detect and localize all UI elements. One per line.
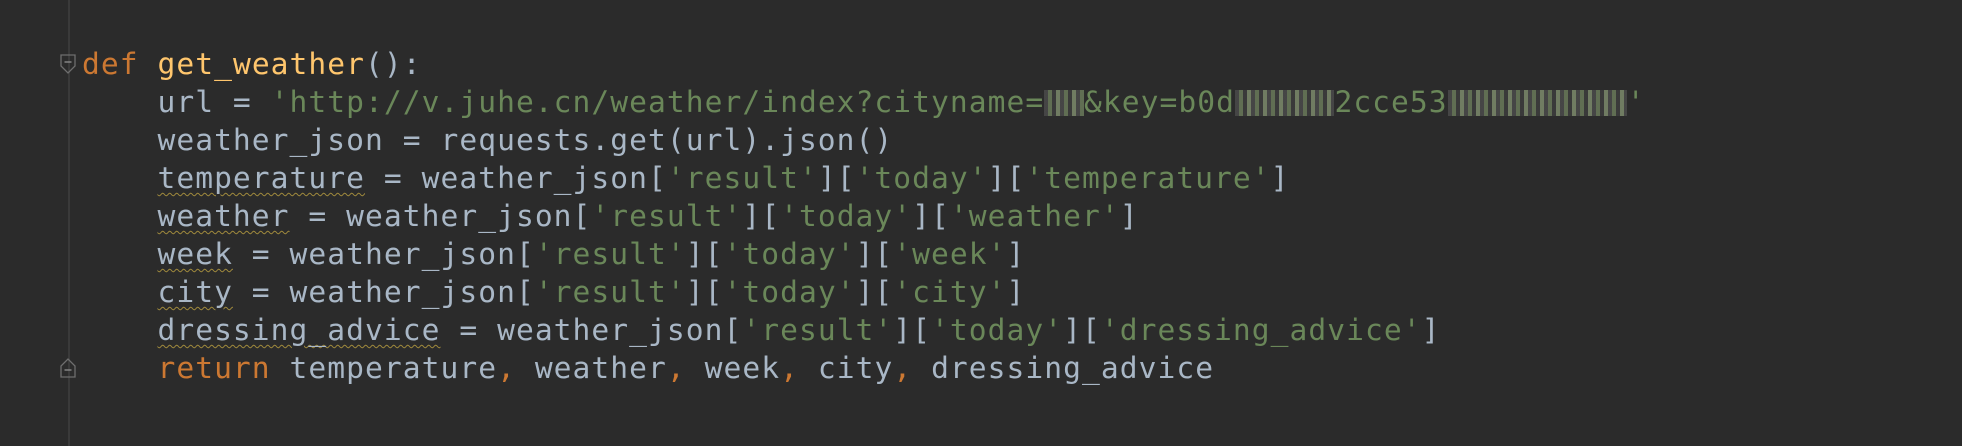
code-line[interactable]: weather_json = requests.get(url).json() [82, 121, 1646, 159]
code-token: ][ [987, 161, 1026, 195]
code-token: city [798, 351, 894, 385]
redacted-text [1044, 90, 1085, 116]
code-line[interactable]: dressing_advice = weather_json['result']… [82, 311, 1646, 349]
fold-open-icon[interactable] [60, 54, 76, 74]
code-token: ][ [1063, 313, 1101, 347]
code-line[interactable]: city = weather_json['result']['today']['… [82, 273, 1646, 311]
code-token: url = [82, 85, 271, 119]
code-line[interactable]: def get_weather(): [82, 45, 1646, 83]
keyword-token: return [157, 351, 271, 385]
string-token: &key=b0d [1084, 85, 1235, 119]
keyword-token: def [82, 47, 139, 81]
code-token: ] [1270, 161, 1290, 195]
string-token: 'today' [855, 161, 988, 195]
code-token: ][ [912, 199, 950, 233]
code-token: = weather_json[ [232, 237, 535, 271]
string-token: 2cce53 [1334, 85, 1448, 119]
string-token: 'today' [723, 275, 856, 309]
code-token: week [685, 351, 781, 385]
string-token: ' [1626, 85, 1646, 119]
code-token: weather [515, 351, 667, 385]
string-token: 'result' [666, 161, 818, 195]
code-token: , [893, 351, 913, 385]
code-token: ][ [855, 237, 894, 271]
code-token: week [157, 237, 233, 271]
code-line[interactable]: return temperature, weather, week, city,… [82, 349, 1646, 387]
code-token: = weather_json[ [440, 313, 743, 347]
code-token: (): [365, 47, 422, 81]
code-editor[interactable]: def get_weather(): url = 'http://v.juhe.… [0, 0, 1962, 446]
code-token: , [497, 351, 516, 385]
redacted-text [1447, 90, 1627, 116]
code-area[interactable]: def get_weather(): url = 'http://v.juhe.… [82, 45, 1646, 387]
code-token: temperature [270, 351, 498, 385]
code-token: , [780, 351, 799, 385]
code-token: ] [1119, 199, 1139, 233]
string-token: 'http://v.juhe.cn/weather/index?cityname… [270, 85, 1045, 119]
string-token: 'weather' [949, 199, 1120, 233]
code-token: temperature [157, 161, 366, 195]
string-token: 'week' [893, 237, 1007, 271]
string-token: 'today' [723, 237, 856, 271]
code-token: = weather_json[ [232, 275, 535, 309]
code-line[interactable]: week = weather_json['result']['today']['… [82, 235, 1646, 273]
string-token: 'today' [780, 199, 913, 233]
code-token: ] [1421, 313, 1441, 347]
code-token: weather_json = requests.get(url).json() [82, 123, 894, 157]
code-token: ][ [742, 199, 781, 233]
code-token: = weather_json[ [365, 161, 667, 195]
code-token: city [157, 275, 233, 309]
string-token: 'result' [591, 199, 743, 233]
redacted-text [1234, 90, 1335, 116]
string-token: 'today' [931, 313, 1064, 347]
string-token: 'result' [534, 275, 686, 309]
code-token: ][ [685, 275, 724, 309]
code-token: = weather_json[ [289, 199, 592, 233]
code-line[interactable]: temperature = weather_json['result']['to… [82, 159, 1646, 197]
code-token: weather [157, 199, 290, 233]
code-token: ][ [855, 275, 894, 309]
string-token: 'result' [534, 237, 686, 271]
code-token: dressing_advice [157, 313, 441, 347]
string-token: 'result' [742, 313, 894, 347]
code-line[interactable]: weather = weather_json['result']['today'… [82, 197, 1646, 235]
editor-gutter [0, 0, 68, 446]
fold-close-icon[interactable] [60, 358, 76, 378]
function-name-token: get_weather [157, 47, 366, 81]
code-line[interactable]: url = 'http://v.juhe.cn/weather/index?ci… [82, 83, 1646, 121]
string-token: 'city' [893, 275, 1007, 309]
code-token: ] [1006, 237, 1026, 271]
code-token: ][ [893, 313, 932, 347]
code-token: dressing_advice [912, 351, 1215, 385]
string-token: 'temperature' [1025, 161, 1271, 195]
code-token: ][ [817, 161, 856, 195]
string-token: 'dressing_advice' [1100, 313, 1422, 347]
code-token: ][ [685, 237, 724, 271]
code-token: ] [1006, 275, 1026, 309]
code-token: , [666, 351, 686, 385]
